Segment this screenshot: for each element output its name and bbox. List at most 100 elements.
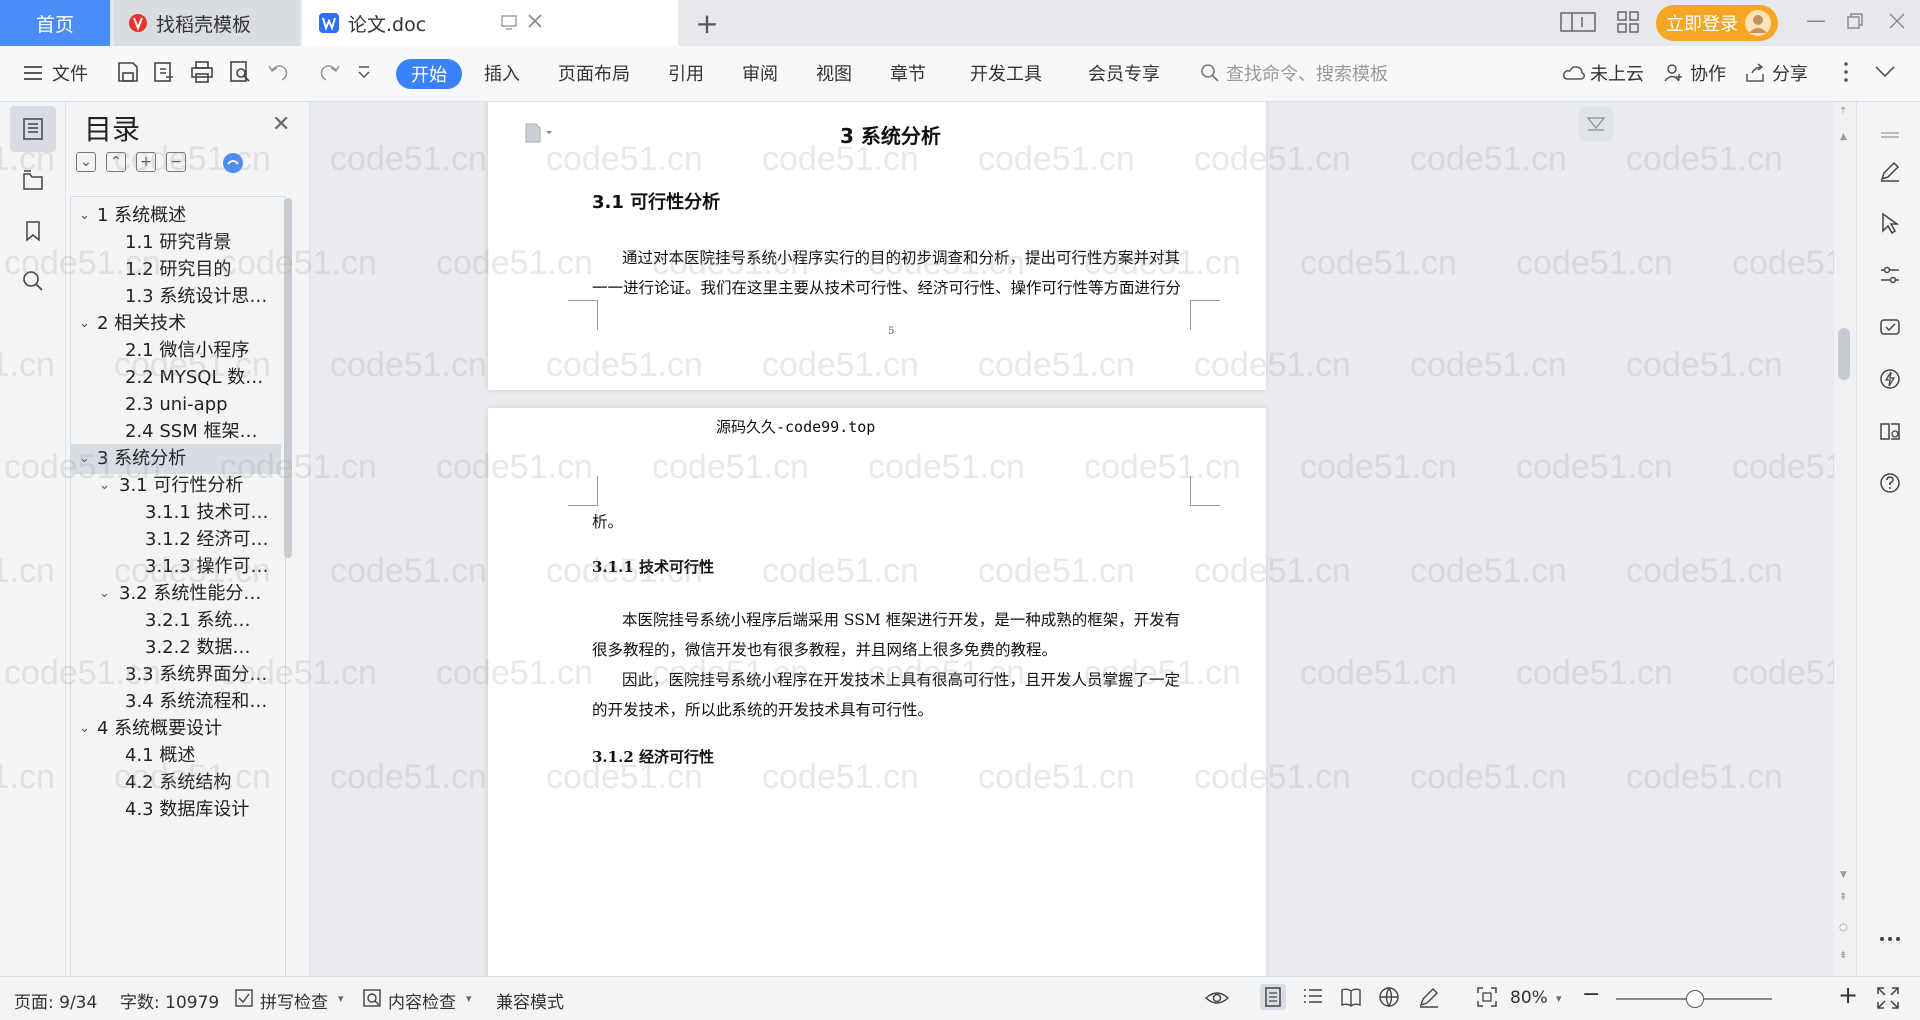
help-icon[interactable] [1875, 468, 1905, 498]
find-button[interactable] [10, 258, 56, 304]
prev-page-icon[interactable]: ⇞ [1839, 892, 1847, 903]
select-cursor-icon[interactable] [1875, 208, 1905, 238]
chevron-down-icon[interactable]: ⌄ [79, 201, 90, 231]
outline-view-icon[interactable] [1302, 986, 1324, 1008]
tab-devtools[interactable]: 开发工具 [970, 60, 1042, 86]
toc-scrollbar[interactable] [284, 198, 292, 558]
toc-item[interactable]: 3.3 系统界面分… [71, 660, 281, 690]
document-canvas[interactable]: 3 系统分析 3.1 可行性分析 通过对本医院挂号系统小程序实行的目的初步调查和… [310, 102, 1840, 976]
tab-start[interactable]: 开始 [396, 59, 462, 89]
apps-grid-icon[interactable] [1616, 10, 1640, 34]
login-button[interactable]: 立即登录 [1656, 5, 1778, 41]
spell-check-dropdown-icon[interactable]: ▾ [338, 992, 344, 1005]
zoom-out-icon[interactable]: − [1582, 982, 1600, 1007]
print-icon[interactable] [190, 60, 214, 84]
toc-item[interactable]: 4.1 概述 [71, 741, 281, 771]
tab-document[interactable]: 论文.doc [302, 0, 678, 46]
chevron-down-icon[interactable]: ⌄ [99, 471, 110, 501]
toc-item[interactable]: ⌄ 2 相关技术 [71, 309, 281, 339]
tab-home[interactable]: 首页 [0, 0, 110, 46]
chevron-down-icon[interactable]: ⌄ [79, 309, 90, 339]
toc-item[interactable]: 3.2.2 数据… [71, 633, 281, 663]
toc-item[interactable]: 2.1 微信小程序 [71, 336, 281, 366]
toc-item[interactable]: 1.3 系统设计思… [71, 282, 281, 312]
redo-icon[interactable] [314, 60, 344, 84]
spell-check-button[interactable]: 拼写检查 [260, 988, 328, 1013]
toc-item[interactable]: ⌄ 3.1 可行性分析 [71, 471, 281, 501]
file-menu[interactable]: 文件 [52, 60, 88, 86]
zoom-dropdown-icon[interactable]: ▾ [1556, 992, 1562, 1005]
eye-protection-icon[interactable] [1204, 986, 1230, 1010]
quick-access-dropdown-icon[interactable] [356, 64, 372, 80]
toc-item[interactable]: ⌄ 3.2 系统性能分… [71, 579, 281, 609]
collab-button[interactable]: 协作 [1690, 60, 1726, 86]
more-vertical-icon[interactable] [1842, 60, 1850, 84]
new-tab-button[interactable]: + [690, 0, 724, 46]
next-page-icon[interactable]: ⇟ [1839, 950, 1847, 961]
filter-icon[interactable] [1578, 106, 1614, 142]
toc-item[interactable]: 1.1 研究背景 [71, 228, 281, 258]
adjust-settings-icon[interactable] [1875, 260, 1905, 290]
tab-daoke-templates[interactable]: 找稻壳模板 [114, 0, 300, 46]
close-tab-icon[interactable] [526, 12, 544, 30]
cloud-status[interactable]: 未上云 [1590, 60, 1644, 86]
edit-pen-icon[interactable] [1875, 156, 1905, 186]
add-heading-icon[interactable]: + [136, 152, 156, 172]
read-view-icon[interactable] [1340, 986, 1362, 1008]
minimize-icon[interactable]: — [1806, 8, 1826, 32]
toc-item[interactable]: 1.2 研究目的 [71, 255, 281, 285]
tab-review[interactable]: 审阅 [742, 60, 778, 86]
fit-page-icon[interactable] [1476, 986, 1498, 1008]
toc-item[interactable]: 3.2.1 系统… [71, 606, 281, 636]
writing-assistant-icon[interactable] [1875, 312, 1905, 342]
export-pdf-icon[interactable] [152, 60, 176, 84]
save-icon[interactable] [116, 60, 140, 84]
toc-toggle-button[interactable] [10, 106, 56, 152]
toc-item[interactable]: ⌄ 1 系统概述 [71, 201, 281, 231]
print-preview-icon[interactable] [228, 60, 252, 84]
close-icon[interactable]: ✕ [272, 112, 290, 137]
expand-all-icon[interactable]: ⌄ [76, 152, 96, 172]
ai-lightning-icon[interactable] [1875, 364, 1905, 394]
bookmark-button[interactable] [10, 208, 56, 254]
toc-item[interactable]: 3.1.1 技术可… [71, 498, 281, 528]
scroll-up-icon[interactable]: ▲ [1840, 132, 1847, 142]
scroll-down-icon[interactable]: ▼ [1840, 870, 1847, 880]
toc-item[interactable]: 3.4 系统流程和… [71, 687, 281, 717]
chapter-nav-button[interactable] [10, 158, 56, 204]
tab-member[interactable]: 会员专享 [1088, 60, 1160, 86]
zoom-slider-thumb[interactable] [1686, 990, 1704, 1008]
content-check-button[interactable]: 内容检查 [388, 988, 456, 1013]
tab-view[interactable]: 视图 [816, 60, 852, 86]
collapse-right-panel[interactable] [1875, 120, 1905, 150]
toc-item[interactable]: 2.4 SSM 框架… [71, 417, 281, 447]
more-horizontal-icon[interactable] [1875, 924, 1905, 954]
tab-reference[interactable]: 引用 [668, 60, 704, 86]
zoom-level[interactable]: 80% [1510, 988, 1548, 1008]
collapse-all-icon[interactable]: ⌃ [106, 152, 126, 172]
chevron-down-icon[interactable]: ⌄ [79, 714, 90, 744]
toc-item[interactable]: ⌄ 4 系统概要设计 [71, 714, 281, 744]
toc-item[interactable]: 4.2 系统结构 [71, 768, 281, 798]
remove-heading-icon[interactable]: − [166, 152, 186, 172]
chevron-down-icon[interactable]: ⌄ [99, 579, 110, 609]
page-indicator[interactable]: 页面: 9/34 [14, 988, 97, 1013]
close-window-icon[interactable] [1888, 12, 1906, 30]
scroll-thumb[interactable] [1838, 328, 1850, 380]
tab-page-layout[interactable]: 页面布局 [558, 60, 630, 86]
zoom-in-icon[interactable]: + [1838, 981, 1858, 1009]
toc-item[interactable]: 3.1.2 经济可… [71, 525, 281, 555]
smart-toc-icon[interactable] [222, 152, 244, 174]
toc-item[interactable]: 2.2 MYSQL 数… [71, 363, 281, 393]
content-check-dropdown-icon[interactable]: ▾ [466, 992, 472, 1005]
command-search[interactable]: 查找命令、搜索模板 [1200, 60, 1388, 86]
monitor-icon[interactable] [500, 13, 518, 31]
undo-icon[interactable] [266, 60, 296, 84]
toc-item[interactable]: ⌄ 3 系统分析 [71, 444, 281, 474]
tab-chapter[interactable]: 章节 [890, 60, 926, 86]
toc-item[interactable]: 4.3 数据库设计 [71, 795, 281, 825]
toc-item[interactable]: 3.1.3 操作可… [71, 552, 281, 582]
restore-icon[interactable] [1846, 12, 1864, 30]
tab-insert[interactable]: 插入 [484, 60, 520, 86]
toc-item[interactable]: 2.3 uni-app [71, 390, 281, 420]
